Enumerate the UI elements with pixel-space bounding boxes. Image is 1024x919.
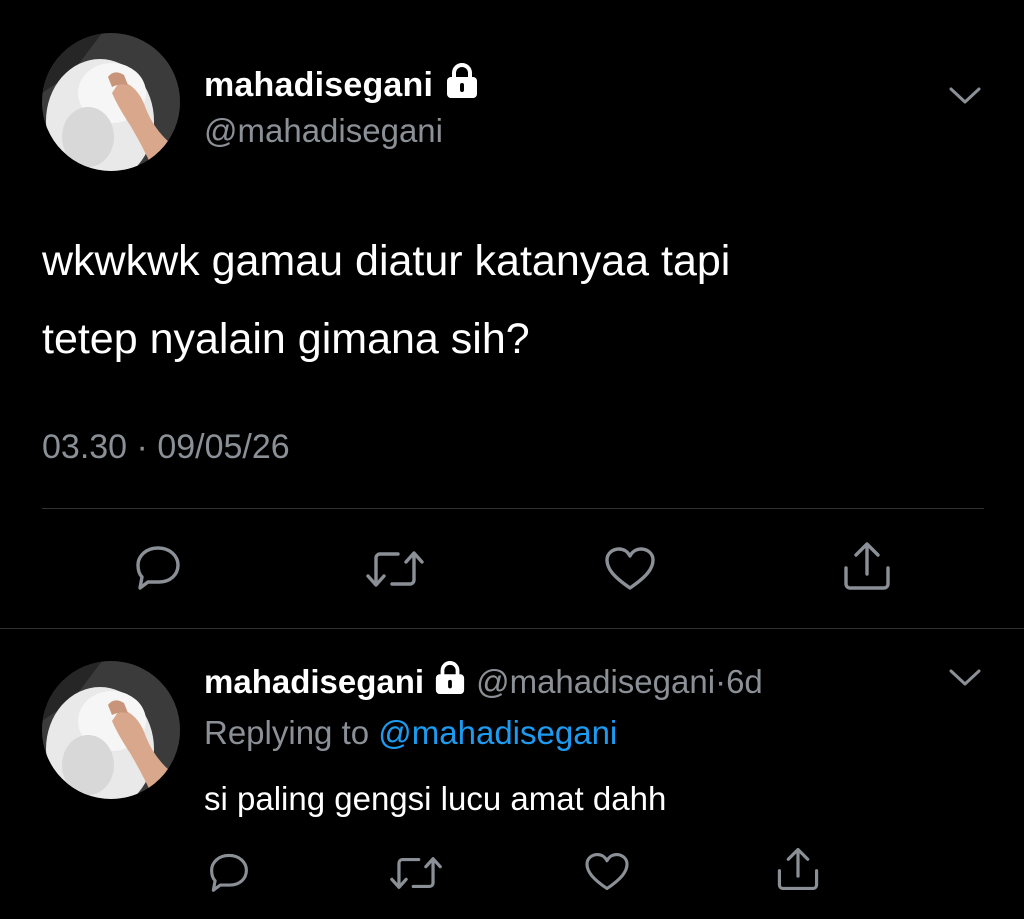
meta-separator: ·	[715, 663, 727, 700]
divider	[42, 508, 984, 509]
tweet-timestamp[interactable]: 03.30 · 09/05/26	[42, 428, 290, 467]
handle[interactable]: @mahadisegani·6d	[476, 663, 763, 701]
chevron-down-icon[interactable]	[948, 668, 982, 693]
tweet-text: wkwkwk gamau diatur katanyaa tapi tetep …	[42, 237, 731, 363]
replying-to: Replying to @mahadisegani	[204, 714, 617, 752]
replying-to-link[interactable]: @mahadisegani	[378, 714, 617, 751]
lock-icon	[434, 660, 466, 704]
tweet-date: 09/05/26	[157, 428, 290, 466]
avatar-image	[42, 33, 180, 171]
tweet-time: 03.30	[42, 428, 128, 466]
tweet-age: 6d	[726, 663, 763, 700]
chevron-down-icon[interactable]	[948, 86, 982, 111]
tweet-text: si paling gengsi lucu amat dahh	[204, 780, 667, 817]
meta-separator: ·	[136, 428, 148, 466]
handle[interactable]: @mahadisegani	[204, 112, 443, 150]
reply-header: mahadisegani @mahadisegani·6d	[204, 660, 763, 704]
display-name[interactable]: mahadisegani	[204, 663, 424, 701]
replying-to-label: Replying to	[204, 714, 370, 751]
reply-icon[interactable]	[208, 852, 250, 897]
handle-text: @mahadisegani	[476, 663, 716, 700]
display-name[interactable]: mahadisegani	[204, 66, 433, 105]
retweet-icon[interactable]	[390, 854, 442, 897]
reply-icon[interactable]	[134, 544, 182, 595]
avatar[interactable]	[42, 661, 180, 799]
display-name-row[interactable]: mahadisegani	[204, 62, 479, 109]
avatar-image	[42, 661, 180, 799]
divider	[0, 628, 1024, 629]
like-icon[interactable]	[604, 546, 656, 597]
avatar[interactable]	[42, 33, 180, 171]
like-icon[interactable]	[584, 852, 630, 897]
lock-icon	[445, 62, 479, 109]
share-icon[interactable]	[774, 846, 822, 897]
share-icon[interactable]	[840, 540, 894, 597]
retweet-icon[interactable]	[366, 548, 424, 595]
